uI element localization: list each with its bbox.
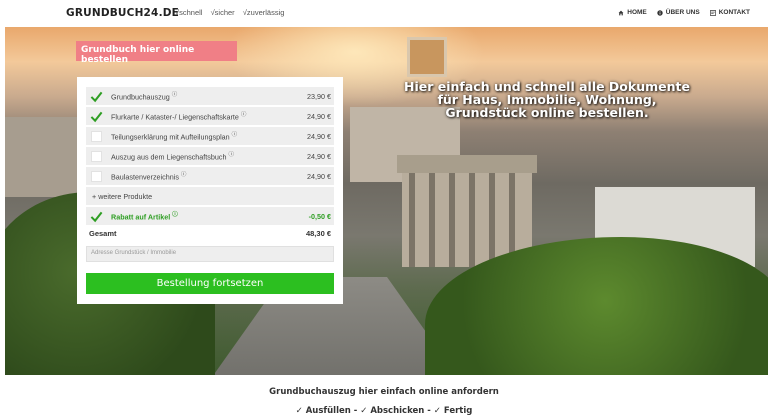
info-icon[interactable]: ⓘ [241,112,247,118]
product-row[interactable]: Baulastenverzeichnis ⓘ 24,90 € [86,167,334,185]
product-label: Flurkarte / Kataster-/ Liegenschaftskart… [111,112,239,122]
total-value: 48,30 € [305,228,331,238]
total-label: Gesamt [89,228,117,238]
product-label: Grundbuchauszug [111,92,170,102]
product-price: 24,90 € [307,171,331,181]
site-logo[interactable]: GRUNDBUCH24.DE [66,7,179,19]
product-price: 23,90 € [307,91,331,101]
product-row[interactable]: Teilungserklärung mit Aufteilungsplan ⓘ … [86,127,334,145]
checkmark-icon[interactable] [90,90,103,103]
tagline-item: √sicher [210,8,235,17]
product-row[interactable]: Flurkarte / Kataster-/ Liegenschaftskart… [86,107,334,125]
nav-home[interactable]: HOME [618,9,647,16]
info-icon[interactable]: ⓘ [172,92,178,98]
nav-contact[interactable]: KONTAKT [709,9,750,16]
main-nav: HOME ÜBER UNS KONTAKT [618,9,750,16]
address-input[interactable]: Adresse Grundstück / Immobilie [86,246,334,262]
info-icon[interactable]: ⓘ [232,132,238,138]
order-panel: Grundbuchauszug ⓘ 23,90 € Flurkarte / Ka… [77,77,343,304]
nav-about[interactable]: ÜBER UNS [657,9,700,16]
more-products-link[interactable]: + weitere Produkte [86,187,334,205]
product-price: 24,90 € [307,111,331,121]
checkmark-icon[interactable] [90,110,103,123]
nav-contact-label: KONTAKT [718,9,750,16]
checkbox[interactable] [91,150,102,162]
product-row[interactable]: Grundbuchauszug ⓘ 23,90 € [86,87,334,105]
discount-label: Rabatt auf Artikel [111,212,171,222]
info-icon[interactable]: ⓘ [181,172,187,178]
tagline-item: √zuverlässig [242,8,285,17]
contact-icon [709,9,716,16]
product-label: Teilungserklärung mit Aufteilungsplan [111,132,230,142]
tagline: √schnell √sicher √zuverlässig [175,8,290,17]
info-icon[interactable]: ⓘ [228,152,234,158]
product-row[interactable]: Auszug aus dem Liegenschaftsbuch ⓘ 24,90… [86,147,334,165]
home-icon [618,10,624,15]
product-price: 24,90 € [307,151,331,161]
top-bar: GRUNDBUCH24.DE √schnell √sicher √zuverlä… [0,0,768,27]
footer-steps: ✓ Ausfüllen - ✓ Abschicken - ✓ Fertig [295,406,473,416]
footer-heading: Grundbuchauszug hier einfach online anfo… [269,387,499,397]
discount-value: -0,50 € [308,211,331,221]
order-online-banner[interactable]: Grundbuch hier online bestellen [76,41,237,65]
product-label: Baulastenverzeichnis [111,172,179,182]
product-price: 24,90 € [307,131,331,141]
continue-order-button[interactable]: Bestellung fortsetzen [86,273,334,294]
tagline-item: √schnell [175,8,203,17]
info-icon[interactable]: ⓘ [172,212,178,218]
nav-home-label: HOME [627,9,647,16]
total-row: Gesamt 48,30 € [86,226,334,240]
hero-headline: Hier einfach und schnell alle Dokumente … [404,79,690,120]
discount-row: Rabatt auf Artikel ⓘ -0,50 € [86,207,334,225]
nav-about-label: ÜBER UNS [665,9,700,16]
checkbox[interactable] [91,170,102,182]
product-label: Auszug aus dem Liegenschaftsbuch [111,152,227,162]
checkmark-icon [90,211,103,222]
checkbox[interactable] [91,130,102,142]
info-icon [657,9,663,16]
